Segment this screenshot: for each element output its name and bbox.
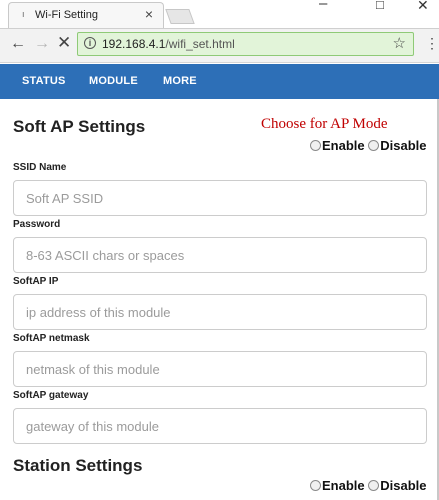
back-arrow-icon[interactable]: ←	[10, 36, 26, 52]
browser-tab[interactable]: ı Wi-Fi Setting ×	[8, 2, 164, 28]
nav-item-more[interactable]: MORE	[163, 75, 197, 87]
softap-ip-label: SoftAP IP	[13, 276, 59, 287]
softap-enable-label: Enable	[322, 138, 365, 153]
url-text: 192.168.4.1/wifi_set.html	[102, 37, 235, 51]
ssid-input[interactable]	[13, 180, 427, 216]
softap-netmask-input[interactable]	[13, 351, 427, 387]
station-enable-label: Enable	[322, 478, 365, 493]
softap-section-title: Soft AP Settings	[13, 117, 146, 136]
new-tab-button[interactable]	[165, 9, 195, 24]
softap-gateway-label: SoftAP gateway	[13, 390, 89, 401]
password-label: Password	[13, 219, 61, 230]
browser-toolbar: ← → ✕ i 192.168.4.1/wifi_set.html ☆ ⋮	[0, 29, 439, 63]
minimize-icon[interactable]: –	[319, 0, 327, 11]
url-path: /wifi_set.html	[165, 37, 235, 51]
station-enable-radio[interactable]	[310, 480, 321, 491]
tab-favicon-icon: ı	[22, 9, 25, 19]
star-icon[interactable]: ☆	[393, 34, 406, 52]
nav-item-module[interactable]: MODULE	[89, 75, 138, 87]
page-nav-bar: STATUS MODULE MORE	[0, 64, 439, 99]
password-input[interactable]	[13, 237, 427, 273]
nav-item-status[interactable]: STATUS	[22, 75, 66, 87]
softap-disable-radio[interactable]	[368, 140, 380, 151]
station-section-title: Station Settings	[13, 456, 143, 475]
softap-mode-radios: Enable Disable	[310, 138, 427, 153]
softap-ip-input[interactable]	[13, 294, 427, 330]
browser-tab-bar: ı Wi-Fi Setting × – □ ✕	[0, 0, 439, 29]
softap-disable-label: Disable	[380, 138, 427, 153]
maximize-icon[interactable]: □	[376, 0, 384, 11]
tab-close-icon[interactable]: ×	[145, 7, 153, 21]
forward-arrow-icon[interactable]: →	[34, 36, 50, 52]
station-mode-radios: Enable Disable	[310, 478, 427, 493]
station-disable-radio[interactable]	[368, 480, 380, 491]
tab-title: Wi-Fi Setting	[35, 9, 98, 21]
stop-icon[interactable]: ✕	[57, 34, 71, 51]
window-close-icon[interactable]: ✕	[417, 0, 429, 12]
ssid-label: SSID Name	[13, 162, 67, 173]
url-host: 192.168.4.1	[102, 37, 166, 51]
softap-netmask-label: SoftAP netmask	[13, 333, 90, 344]
softap-gateway-input[interactable]	[13, 408, 427, 444]
address-bar[interactable]: i 192.168.4.1/wifi_set.html ☆	[77, 32, 414, 56]
info-icon[interactable]: i	[84, 37, 96, 49]
ap-mode-hint: Choose for AP Mode	[261, 116, 388, 132]
station-disable-label: Disable	[380, 478, 427, 493]
softap-enable-radio[interactable]	[310, 140, 321, 151]
more-vert-icon[interactable]: ⋮	[425, 36, 439, 50]
